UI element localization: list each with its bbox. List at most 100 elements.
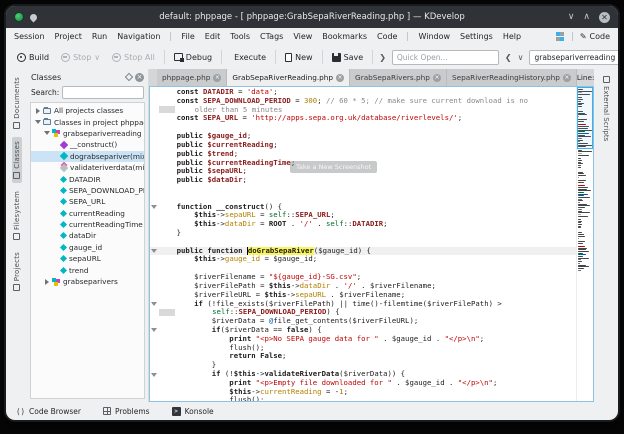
fold-gutter[interactable] xyxy=(150,132,159,141)
build-button[interactable]: Build xyxy=(14,51,52,64)
fold-gutter[interactable] xyxy=(150,396,159,401)
tab-close-icon[interactable]: × xyxy=(433,74,441,82)
fold-arrow-icon[interactable] xyxy=(151,328,157,332)
expander-down-icon[interactable] xyxy=(35,119,41,125)
menu-item-ctags[interactable]: CTags xyxy=(260,32,283,41)
nav-back-chevron[interactable]: ❮ xyxy=(505,53,512,62)
menu-item-navigation[interactable]: Navigation xyxy=(117,32,160,41)
menu-item-session[interactable]: Session xyxy=(14,32,45,41)
area-switcher-code[interactable]: ✎ Code xyxy=(580,32,610,41)
fold-gutter[interactable] xyxy=(150,326,159,335)
tree-item[interactable]: All projects classes xyxy=(31,105,144,116)
classes-search-input[interactable] xyxy=(62,86,144,99)
fold-gutter[interactable] xyxy=(150,352,159,361)
nav-back-dropdown-icon[interactable]: ∨ xyxy=(518,53,524,62)
menu-item-tools[interactable]: Tools xyxy=(230,32,250,41)
menu-item-project[interactable]: Project xyxy=(55,32,82,41)
fold-gutter[interactable] xyxy=(150,220,159,229)
panel-close-icon[interactable]: × xyxy=(135,73,144,82)
fold-gutter[interactable] xyxy=(150,106,159,115)
dropdown-chevron-icon[interactable]: ∨ xyxy=(94,53,100,62)
fold-gutter[interactable] xyxy=(150,141,159,150)
statusbar-code-browser[interactable]: ()Code Browser xyxy=(16,407,81,416)
dock-float-icon[interactable] xyxy=(125,73,133,81)
fold-gutter[interactable] xyxy=(150,229,159,238)
code-editor[interactable]: Take a New Screenshot const DATADIR = 'd… xyxy=(150,87,576,401)
menu-item-file[interactable]: File xyxy=(181,32,194,41)
classes-tree[interactable]: All projects classesClasses in project p… xyxy=(30,102,145,399)
fold-gutter[interactable] xyxy=(150,167,159,176)
fold-gutter[interactable] xyxy=(150,203,159,212)
fold-gutter[interactable] xyxy=(150,159,159,168)
tree-item[interactable]: SEPA_DOWNLOAD_PERIOD xyxy=(31,185,144,196)
fold-gutter[interactable] xyxy=(150,317,159,326)
minimap-scrollbar[interactable] xyxy=(576,87,593,401)
pin-icon[interactable] xyxy=(29,12,39,22)
fold-gutter[interactable] xyxy=(150,344,159,353)
fold-gutter[interactable] xyxy=(150,273,159,282)
minimize-button[interactable]: ∨ xyxy=(568,12,575,22)
sidebar-tab-documents[interactable]: Documents xyxy=(12,73,22,133)
tree-item[interactable]: grabsepariverreading xyxy=(31,128,144,139)
fold-gutter[interactable] xyxy=(150,335,159,344)
statusbar-problems[interactable]: Problems xyxy=(103,407,150,416)
sidebar-tab-classes[interactable]: Classes xyxy=(12,137,22,183)
tree-item[interactable]: dataDir xyxy=(31,230,144,241)
fold-gutter[interactable] xyxy=(150,388,159,397)
fold-arrow-icon[interactable] xyxy=(151,205,157,209)
fold-gutter[interactable] xyxy=(150,291,159,300)
save-button[interactable]: Save xyxy=(329,51,367,64)
expander-right-icon[interactable] xyxy=(44,279,50,285)
tree-item[interactable]: sepaURL xyxy=(31,253,144,264)
fold-gutter[interactable] xyxy=(150,97,159,106)
fold-gutter[interactable] xyxy=(150,300,159,309)
execute-button[interactable]: Execute xyxy=(228,51,269,64)
fold-gutter[interactable] xyxy=(150,370,159,379)
maximize-button[interactable]: ∧ xyxy=(583,12,590,22)
sidebar-tab-projects[interactable]: Projects xyxy=(12,248,22,295)
editor-tab-grabseparivers.php[interactable]: GrabSepaRivers.php× xyxy=(350,69,447,86)
expander-right-icon[interactable] xyxy=(35,108,41,114)
tree-item[interactable]: validateriverdata(mixed) xyxy=(31,162,144,173)
fold-gutter[interactable] xyxy=(150,88,159,97)
fold-gutter[interactable] xyxy=(150,255,159,264)
fold-arrow-icon[interactable] xyxy=(151,302,157,306)
fold-gutter[interactable] xyxy=(150,211,159,220)
fold-gutter[interactable] xyxy=(150,264,159,273)
debug-button[interactable]: Debug xyxy=(171,51,215,64)
fold-arrow-icon[interactable] xyxy=(151,249,157,253)
fold-gutter[interactable] xyxy=(150,379,159,388)
fold-gutter[interactable] xyxy=(150,282,159,291)
fold-gutter[interactable] xyxy=(150,123,159,132)
tree-item[interactable]: currentReading xyxy=(31,208,144,219)
tree-item[interactable]: Classes in project phppage xyxy=(31,116,144,127)
menu-item-settings[interactable]: Settings xyxy=(460,32,493,41)
menu-item-code[interactable]: Code xyxy=(377,32,397,41)
toolbar-overflow-chevron[interactable]: ❯ xyxy=(379,53,386,62)
menu-item-window[interactable]: Window xyxy=(418,32,450,41)
menu-item-help[interactable]: Help xyxy=(503,32,521,41)
fold-gutter[interactable] xyxy=(150,176,159,185)
fold-gutter[interactable] xyxy=(150,247,159,256)
menu-item-edit[interactable]: Edit xyxy=(205,32,221,41)
fold-gutter[interactable] xyxy=(150,194,159,203)
toolbar-search-input[interactable] xyxy=(529,50,618,65)
working-set-icon[interactable] xyxy=(556,32,565,41)
close-button[interactable]: ✕ xyxy=(599,12,610,23)
tab-close-icon[interactable]: × xyxy=(563,74,571,82)
fold-arrow-icon[interactable] xyxy=(151,373,157,377)
editor-tab-phppage.php[interactable]: phppage.php× xyxy=(157,69,227,86)
tree-item[interactable]: SEPA_URL xyxy=(31,196,144,207)
editor-tab-grabsepariverreading.php[interactable]: GrabSepaRiverReading.php× xyxy=(227,69,350,86)
tree-item[interactable]: DATADIR xyxy=(31,173,144,184)
fold-gutter[interactable] xyxy=(150,238,159,247)
tree-item[interactable]: dograbsepariver(mixed) xyxy=(31,151,144,162)
tree-item[interactable]: grabseparivers xyxy=(31,276,144,287)
statusbar-konsole[interactable]: >Konsole xyxy=(172,407,214,416)
menu-item-view[interactable]: View xyxy=(293,32,312,41)
tree-item[interactable]: trend xyxy=(31,264,144,275)
fold-gutter[interactable] xyxy=(150,150,159,159)
new-button[interactable]: New xyxy=(282,51,315,64)
fold-gutter[interactable] xyxy=(150,185,159,194)
fold-gutter[interactable] xyxy=(150,361,159,370)
